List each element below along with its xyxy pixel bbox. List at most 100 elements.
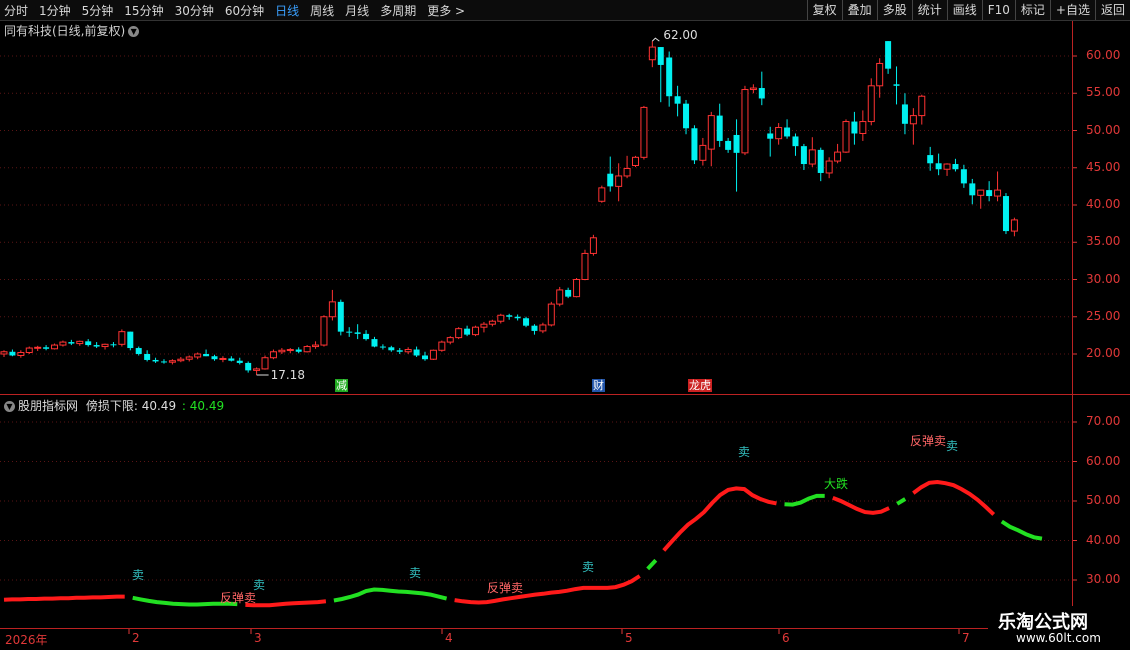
candle-body (413, 349, 420, 356)
candle-body (211, 356, 218, 360)
candle-body (632, 156, 639, 167)
candle-body (851, 121, 858, 134)
candle-body (194, 353, 202, 358)
candle-body (758, 88, 765, 99)
candle-body (749, 87, 757, 91)
price-axis-label: 35.00 (1086, 234, 1121, 249)
candle-body (800, 146, 807, 165)
price-axis-label: 60.00 (1086, 48, 1121, 62)
candle-body (918, 95, 926, 117)
candle-body (422, 355, 428, 360)
candle-body (312, 344, 320, 348)
signal-label: 反弹卖 (910, 434, 947, 448)
indicator-axis-label: 50.00 (1086, 493, 1121, 507)
candle-body (34, 346, 42, 349)
candle-body (640, 106, 648, 158)
candle-body (565, 289, 572, 297)
signal-label: 反弹卖 (487, 581, 524, 595)
event-marker: 减 (335, 379, 348, 392)
candle-body (25, 347, 33, 354)
date-axis-line (0, 628, 1072, 629)
candle-body (354, 332, 361, 334)
watermark-url: www.60lt.com (1016, 631, 1101, 645)
candle-body (43, 347, 50, 349)
candle-body (253, 368, 261, 371)
signal-label: 卖 (409, 566, 422, 580)
candle-body (228, 358, 235, 361)
candle-body (168, 360, 176, 363)
candle-body (935, 163, 942, 170)
candle-body (295, 349, 302, 352)
indicator-line-red (662, 486, 777, 552)
candle-body (901, 104, 908, 124)
candle-body (497, 314, 505, 322)
candle-body (952, 164, 959, 170)
candle-body (388, 347, 395, 351)
indicator-line-red (912, 479, 996, 516)
candle-body (674, 96, 681, 104)
candle-body (464, 328, 471, 335)
candle-body (876, 62, 884, 87)
indicator-line-green (646, 558, 658, 571)
event-marker: 财 (592, 379, 605, 392)
indicator-axis-label: 60.00 (1086, 453, 1121, 468)
candle-body (707, 115, 715, 150)
indicator-line-green (1000, 519, 1043, 541)
indicator-line-green (896, 497, 907, 506)
candle-body (93, 345, 100, 347)
candle-body (144, 354, 151, 360)
high-price-label: 62.00 (663, 28, 698, 43)
candle-body (506, 315, 513, 317)
candle-body (51, 344, 59, 350)
candle-body (236, 360, 243, 363)
date-axis-label: 4 (445, 631, 453, 645)
candle-body (834, 151, 842, 162)
candle-body (480, 323, 488, 328)
candle-body (1010, 219, 1018, 232)
candle-body (909, 115, 917, 125)
candle-body (245, 362, 252, 371)
candle-body (286, 349, 294, 352)
candle-body (648, 46, 656, 61)
candle-body (85, 341, 92, 346)
candle-body (817, 149, 824, 173)
candle-body (177, 358, 185, 362)
price-axis-label: 30.00 (1086, 271, 1121, 286)
candle-body (825, 160, 833, 174)
candle-body (203, 354, 210, 357)
candle-body (455, 328, 463, 339)
candle-body (219, 357, 227, 360)
candle-body (328, 301, 336, 318)
candle-body (927, 155, 934, 164)
candle-body (943, 163, 951, 170)
candle-body (784, 127, 791, 137)
candle-body (429, 349, 437, 360)
date-axis-label: 6 (782, 631, 790, 645)
price-axis-label: 45.00 (1086, 159, 1121, 174)
candle-body (691, 128, 698, 161)
candle-body (17, 352, 25, 356)
candle-body (488, 320, 496, 325)
candle-body (346, 331, 353, 333)
date-axis-label: 5 (625, 631, 633, 645)
price-axis-label: 55.00 (1086, 85, 1121, 100)
candle-body (404, 349, 412, 353)
candle-body (615, 175, 623, 187)
low-price-label: 17.18 (270, 368, 305, 382)
indicator-line-red (832, 495, 890, 515)
price-axis-label: 50.00 (1086, 122, 1121, 137)
high-arrow (651, 37, 660, 42)
candle-body (135, 348, 142, 354)
candle-body (68, 342, 75, 344)
candle-body (657, 47, 664, 65)
candle-body (977, 189, 985, 196)
candle-body (160, 361, 167, 363)
date-axis-label: 2026年 (5, 633, 48, 647)
candle-body (152, 359, 159, 362)
candle-body (118, 331, 126, 345)
candle-body (741, 89, 749, 154)
panel-separator (0, 394, 1130, 395)
indicator-line-red (245, 599, 327, 608)
candle-body (792, 136, 799, 147)
candle-body (547, 303, 555, 326)
